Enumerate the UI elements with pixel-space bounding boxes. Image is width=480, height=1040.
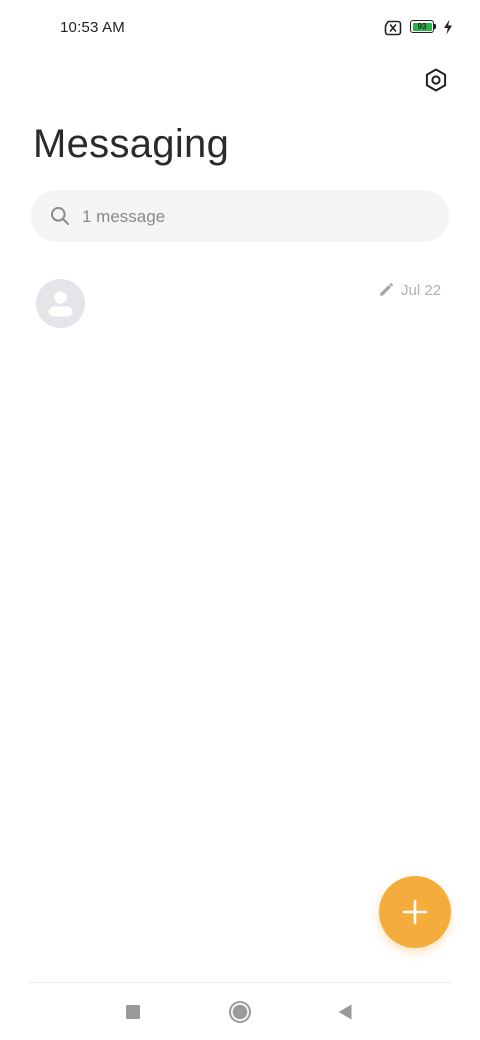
recents-square-icon [126,1004,140,1019]
status-time: 10:53 AM [60,19,125,36]
settings-button[interactable] [420,64,452,96]
search-input[interactable]: 1 message [31,190,449,242]
battery-level: 93 [412,22,432,31]
conversation-date: Jul 22 [401,282,442,299]
search-icon [51,207,69,225]
default-contact-avatar-icon [36,279,85,328]
search-placeholder: 1 message [82,207,166,226]
conversation-list-item[interactable]: Jul 22 [0,266,480,342]
page-title: Messaging [33,122,230,166]
draft-pencil-icon [380,283,393,296]
settings-hexagon-icon [425,68,447,92]
no-sim-icon [384,20,402,36]
recents-button[interactable] [103,983,163,1040]
plus-icon [402,899,428,925]
back-triangle-icon [338,1004,352,1019]
battery-icon: 93 [410,20,438,35]
home-circle-icon [229,1000,251,1023]
back-button[interactable] [315,983,375,1040]
status-bar: 10:53 AM 93 [0,0,480,56]
navigation-bar [0,983,480,1040]
charging-bolt-icon [444,19,452,35]
home-button[interactable] [210,983,270,1040]
new-message-button[interactable] [379,876,451,948]
